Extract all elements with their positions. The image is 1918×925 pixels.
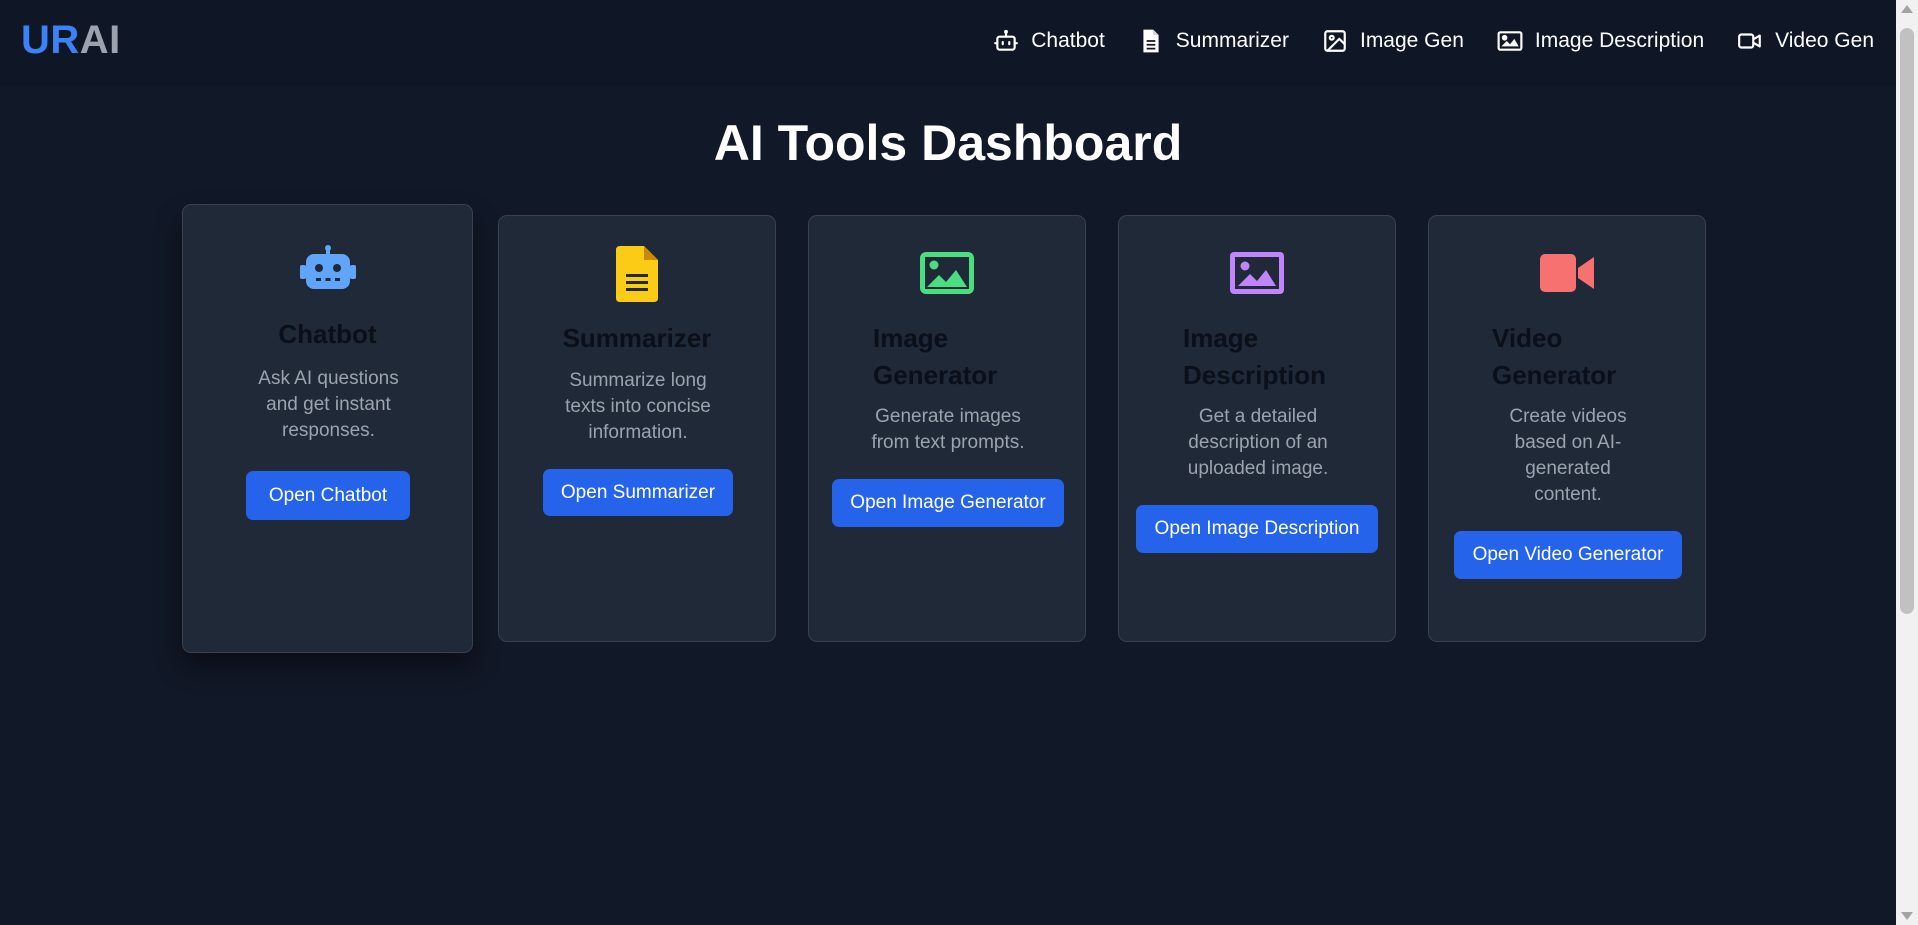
card-description: Get a detailed description of an uploade…	[1187, 406, 1329, 479]
nav-link-label: Image Gen	[1359, 29, 1464, 52]
card-summarizer: Summarizer Summarize long texts into con…	[498, 215, 776, 642]
image-icon	[809, 252, 1085, 294]
nav-link-label: Video Gen	[1775, 29, 1874, 52]
nav-link-label: Summarizer	[1175, 29, 1289, 52]
card-title: Video Generator	[1492, 323, 1617, 390]
logo[interactable]: URAI	[21, 18, 121, 63]
card-video-generator: Video Generator Create videos based on A…	[1428, 215, 1706, 642]
robot-icon	[183, 245, 472, 291]
scrollbar-thumb[interactable]	[1900, 28, 1914, 614]
nav-links: Chatbot Summarizer Image Gen Image Descr…	[993, 28, 1874, 54]
page-title: AI Tools Dashboard	[713, 115, 1183, 171]
image-icon	[1322, 28, 1348, 54]
nav-link-label: Chatbot	[1031, 29, 1105, 52]
nav-link-image-description[interactable]: Image Description	[1497, 28, 1704, 54]
open-summarizer-button[interactable]: Open Summarizer	[543, 469, 733, 516]
card-title: Chatbot	[278, 319, 377, 349]
card-title: Summarizer	[562, 323, 712, 353]
card-title: Image Description	[1183, 323, 1327, 390]
card-description: Summarize long texts into concise inform…	[565, 370, 711, 443]
nav-link-label: Image Description	[1534, 29, 1705, 52]
viewport: URAI Chatbot Summarizer Image Gen Image …	[0, 0, 1896, 925]
card-title: Image Generator	[873, 323, 998, 390]
image-landscape-icon	[1497, 28, 1523, 54]
card-image-generator: Image Generator Generate images from tex…	[808, 215, 1086, 642]
video-camera-icon	[1737, 28, 1763, 54]
nav-link-summarizer[interactable]: Summarizer	[1138, 28, 1289, 54]
open-video-generator-button[interactable]: Open Video Generator	[1454, 531, 1682, 579]
card-image-description: Image Description Get a detailed descrip…	[1118, 215, 1396, 642]
open-image-generator-button[interactable]: Open Image Generator	[832, 479, 1064, 527]
file-text-icon	[1138, 28, 1164, 54]
card-chatbot: Chatbot Ask AI questions and get instant…	[182, 204, 473, 653]
nav-link-image-gen[interactable]: Image Gen	[1322, 28, 1464, 54]
scroll-up-arrow-icon[interactable]	[1896, 0, 1918, 18]
card-description: Create videos based on AI-generated cont…	[1509, 406, 1627, 505]
robot-icon	[993, 28, 1019, 54]
card-description: Ask AI questions and get instant respons…	[258, 368, 399, 441]
vertical-scrollbar[interactable]	[1896, 0, 1918, 925]
file-text-icon	[499, 246, 775, 302]
video-camera-icon	[1429, 254, 1705, 292]
card-description: Generate images from text prompts.	[871, 406, 1025, 453]
nav-link-video-gen[interactable]: Video Gen	[1737, 28, 1874, 54]
logo-part-ai: AI	[79, 18, 121, 62]
nav-link-chatbot[interactable]: Chatbot	[993, 28, 1105, 54]
open-chatbot-button[interactable]: Open Chatbot	[246, 471, 410, 520]
scroll-down-arrow-icon[interactable]	[1896, 907, 1918, 925]
open-image-description-button[interactable]: Open Image Description	[1136, 505, 1378, 553]
navbar: URAI Chatbot Summarizer Image Gen Image …	[0, 0, 1896, 87]
image-landscape-icon	[1119, 252, 1395, 294]
logo-part-ur: UR	[21, 18, 80, 62]
